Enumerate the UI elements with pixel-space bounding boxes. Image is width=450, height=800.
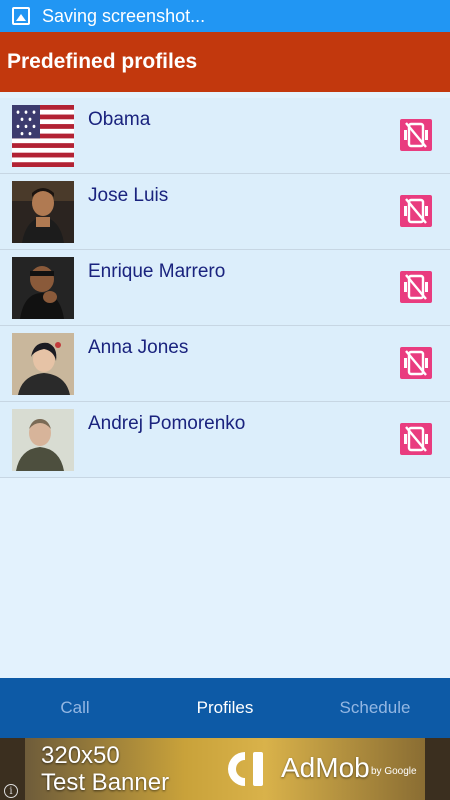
person-avatar — [12, 181, 74, 243]
admob-logo-icon — [228, 752, 263, 786]
profile-name: Andrej Pomorenko — [88, 413, 246, 434]
app-bar: Predefined profiles — [0, 32, 450, 92]
info-icon[interactable]: i — [4, 784, 18, 798]
delete-icon[interactable] — [400, 423, 432, 455]
ad-brand: AdMob — [281, 752, 370, 783]
profile-name: Obama — [88, 109, 151, 130]
ad-banner-content[interactable]: 320x50 Test Banner AdMob by Google — [25, 738, 425, 800]
page-title: Predefined profiles — [7, 50, 198, 73]
profile-row[interactable]: Enrique Marrero — [0, 250, 450, 326]
person-avatar — [12, 257, 74, 319]
status-text: Saving screenshot... — [42, 5, 206, 26]
delete-icon[interactable] — [400, 195, 432, 227]
tab-call[interactable]: Call — [0, 678, 150, 738]
profile-name: Anna Jones — [88, 337, 189, 358]
tab-profiles[interactable]: Profiles — [150, 678, 300, 738]
ad-banner[interactable]: 320x50 Test Banner AdMob by Google — [0, 738, 450, 800]
delete-icon[interactable] — [400, 271, 432, 303]
flag-avatar — [12, 105, 74, 167]
profile-name: Enrique Marrero — [88, 261, 226, 282]
status-bar: Saving screenshot... — [0, 0, 450, 32]
profile-row[interactable]: Obama — [0, 98, 450, 174]
tab-schedule[interactable]: Schedule — [300, 678, 450, 738]
profiles-list: Obama Jose Luis Enrique Marrero Anna Jon… — [0, 98, 450, 478]
ad-title-line1: 320x50 — [41, 742, 120, 769]
profile-row[interactable]: Jose Luis — [0, 174, 450, 250]
ad-by: by Google — [371, 766, 417, 777]
ad-title-line2: Test Banner — [41, 769, 170, 796]
person-avatar — [12, 409, 74, 471]
delete-icon[interactable] — [400, 347, 432, 379]
bottom-tabs: Call Profiles Schedule — [0, 678, 450, 738]
gallery-icon — [12, 7, 30, 25]
ad-title: 320x50 Test Banner — [41, 742, 169, 796]
profile-name: Jose Luis — [88, 185, 169, 206]
profile-row[interactable]: Anna Jones — [0, 326, 450, 402]
profile-row[interactable]: Andrej Pomorenko — [0, 402, 450, 478]
delete-icon[interactable] — [400, 119, 432, 151]
person-avatar — [12, 333, 74, 395]
